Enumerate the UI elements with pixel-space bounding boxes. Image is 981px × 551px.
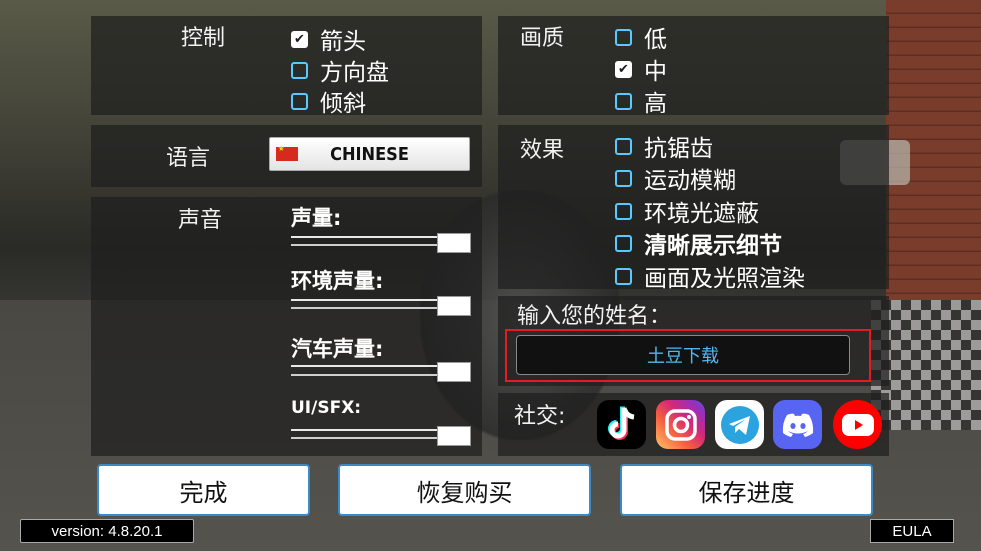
effects-label: 效果 xyxy=(520,138,565,163)
ambient-volume-label: 环境声量: xyxy=(291,269,384,293)
sound-label: 声音 xyxy=(178,208,223,233)
quality-option-label: 高 xyxy=(644,91,667,117)
quality-option-label: 低 xyxy=(644,27,667,53)
youtube-icon[interactable] xyxy=(833,400,882,449)
effect-option-label: 抗锯齿 xyxy=(644,136,713,162)
controls-label: 控制 xyxy=(181,26,226,51)
effect-option-ambient-occlusion[interactable]: 环境光遮蔽 xyxy=(615,194,759,228)
checkbox-checked-icon[interactable]: ✔ xyxy=(291,30,308,48)
ambient-volume-slider-thumb[interactable] xyxy=(437,296,471,316)
quality-option-label: 中 xyxy=(644,59,667,85)
control-option-label: 倾斜 xyxy=(320,91,366,117)
quality-option-high[interactable]: 高 xyxy=(615,84,667,118)
checkbox-icon[interactable] xyxy=(615,169,632,187)
restore-purchase-button[interactable]: 恢复购买 xyxy=(338,464,591,516)
control-option-label: 箭头 xyxy=(320,29,366,55)
volume-slider-thumb[interactable] xyxy=(437,233,471,253)
checkbox-icon[interactable] xyxy=(615,234,632,252)
telegram-icon[interactable] xyxy=(715,400,764,449)
checkbox-icon[interactable] xyxy=(615,202,632,220)
social-label: 社交: xyxy=(514,404,566,429)
language-value: CHINESE xyxy=(330,143,409,165)
car-volume-slider-thumb[interactable] xyxy=(437,362,471,382)
effect-option-clear-details[interactable]: 清晰展示细节 xyxy=(615,226,782,260)
save-progress-button[interactable]: 保存进度 xyxy=(620,464,873,516)
control-option-steering[interactable]: 方向盘 xyxy=(291,53,389,87)
effect-option-antialiasing[interactable]: 抗锯齿 xyxy=(615,129,713,163)
china-flag-icon xyxy=(276,144,298,161)
effect-option-label: 清晰展示细节 xyxy=(644,233,782,259)
done-button[interactable]: 完成 xyxy=(97,464,310,516)
quality-option-low[interactable]: 低 xyxy=(615,20,667,54)
ui-sfx-slider-thumb[interactable] xyxy=(437,426,471,446)
control-option-label: 方向盘 xyxy=(320,60,389,86)
effect-option-label: 运动模糊 xyxy=(644,168,736,194)
effect-option-render-lighting[interactable]: 画面及光照渲染 xyxy=(615,259,805,293)
quality-option-medium[interactable]: ✔ 中 xyxy=(615,52,667,86)
name-input-label: 输入您的姓名： xyxy=(517,304,672,329)
instagram-icon[interactable] xyxy=(656,400,705,449)
effect-option-motion-blur[interactable]: 运动模糊 xyxy=(615,161,736,195)
checkbox-icon[interactable] xyxy=(291,92,308,110)
quality-label: 画质 xyxy=(520,26,565,51)
checkbox-icon[interactable] xyxy=(615,28,632,46)
language-select-button[interactable]: CHINESE xyxy=(269,137,470,171)
effect-option-label: 画面及光照渲染 xyxy=(644,266,805,292)
eula-button[interactable]: EULA xyxy=(870,519,954,543)
car-volume-label: 汽车声量: xyxy=(291,337,384,361)
ui-sfx-volume-label: UI/SFX: xyxy=(291,398,362,418)
checkbox-checked-icon[interactable]: ✔ xyxy=(615,60,632,78)
tiktok-icon[interactable] xyxy=(597,400,646,449)
version-label: version: 4.8.20.1 xyxy=(20,519,194,543)
language-label: 语言 xyxy=(166,146,211,171)
checkbox-icon[interactable] xyxy=(615,137,632,155)
controls-panel xyxy=(91,16,482,115)
checkbox-icon[interactable] xyxy=(615,267,632,285)
volume-label: 声量: xyxy=(291,206,342,230)
checkbox-icon[interactable] xyxy=(291,61,308,79)
checkbox-icon[interactable] xyxy=(615,92,632,110)
control-option-tilt[interactable]: 倾斜 xyxy=(291,84,366,118)
control-option-arrows[interactable]: ✔ 箭头 xyxy=(291,22,366,56)
effect-option-label: 环境光遮蔽 xyxy=(644,201,759,227)
player-name-input[interactable]: 土豆下载 xyxy=(516,335,850,375)
discord-icon[interactable] xyxy=(773,400,822,449)
